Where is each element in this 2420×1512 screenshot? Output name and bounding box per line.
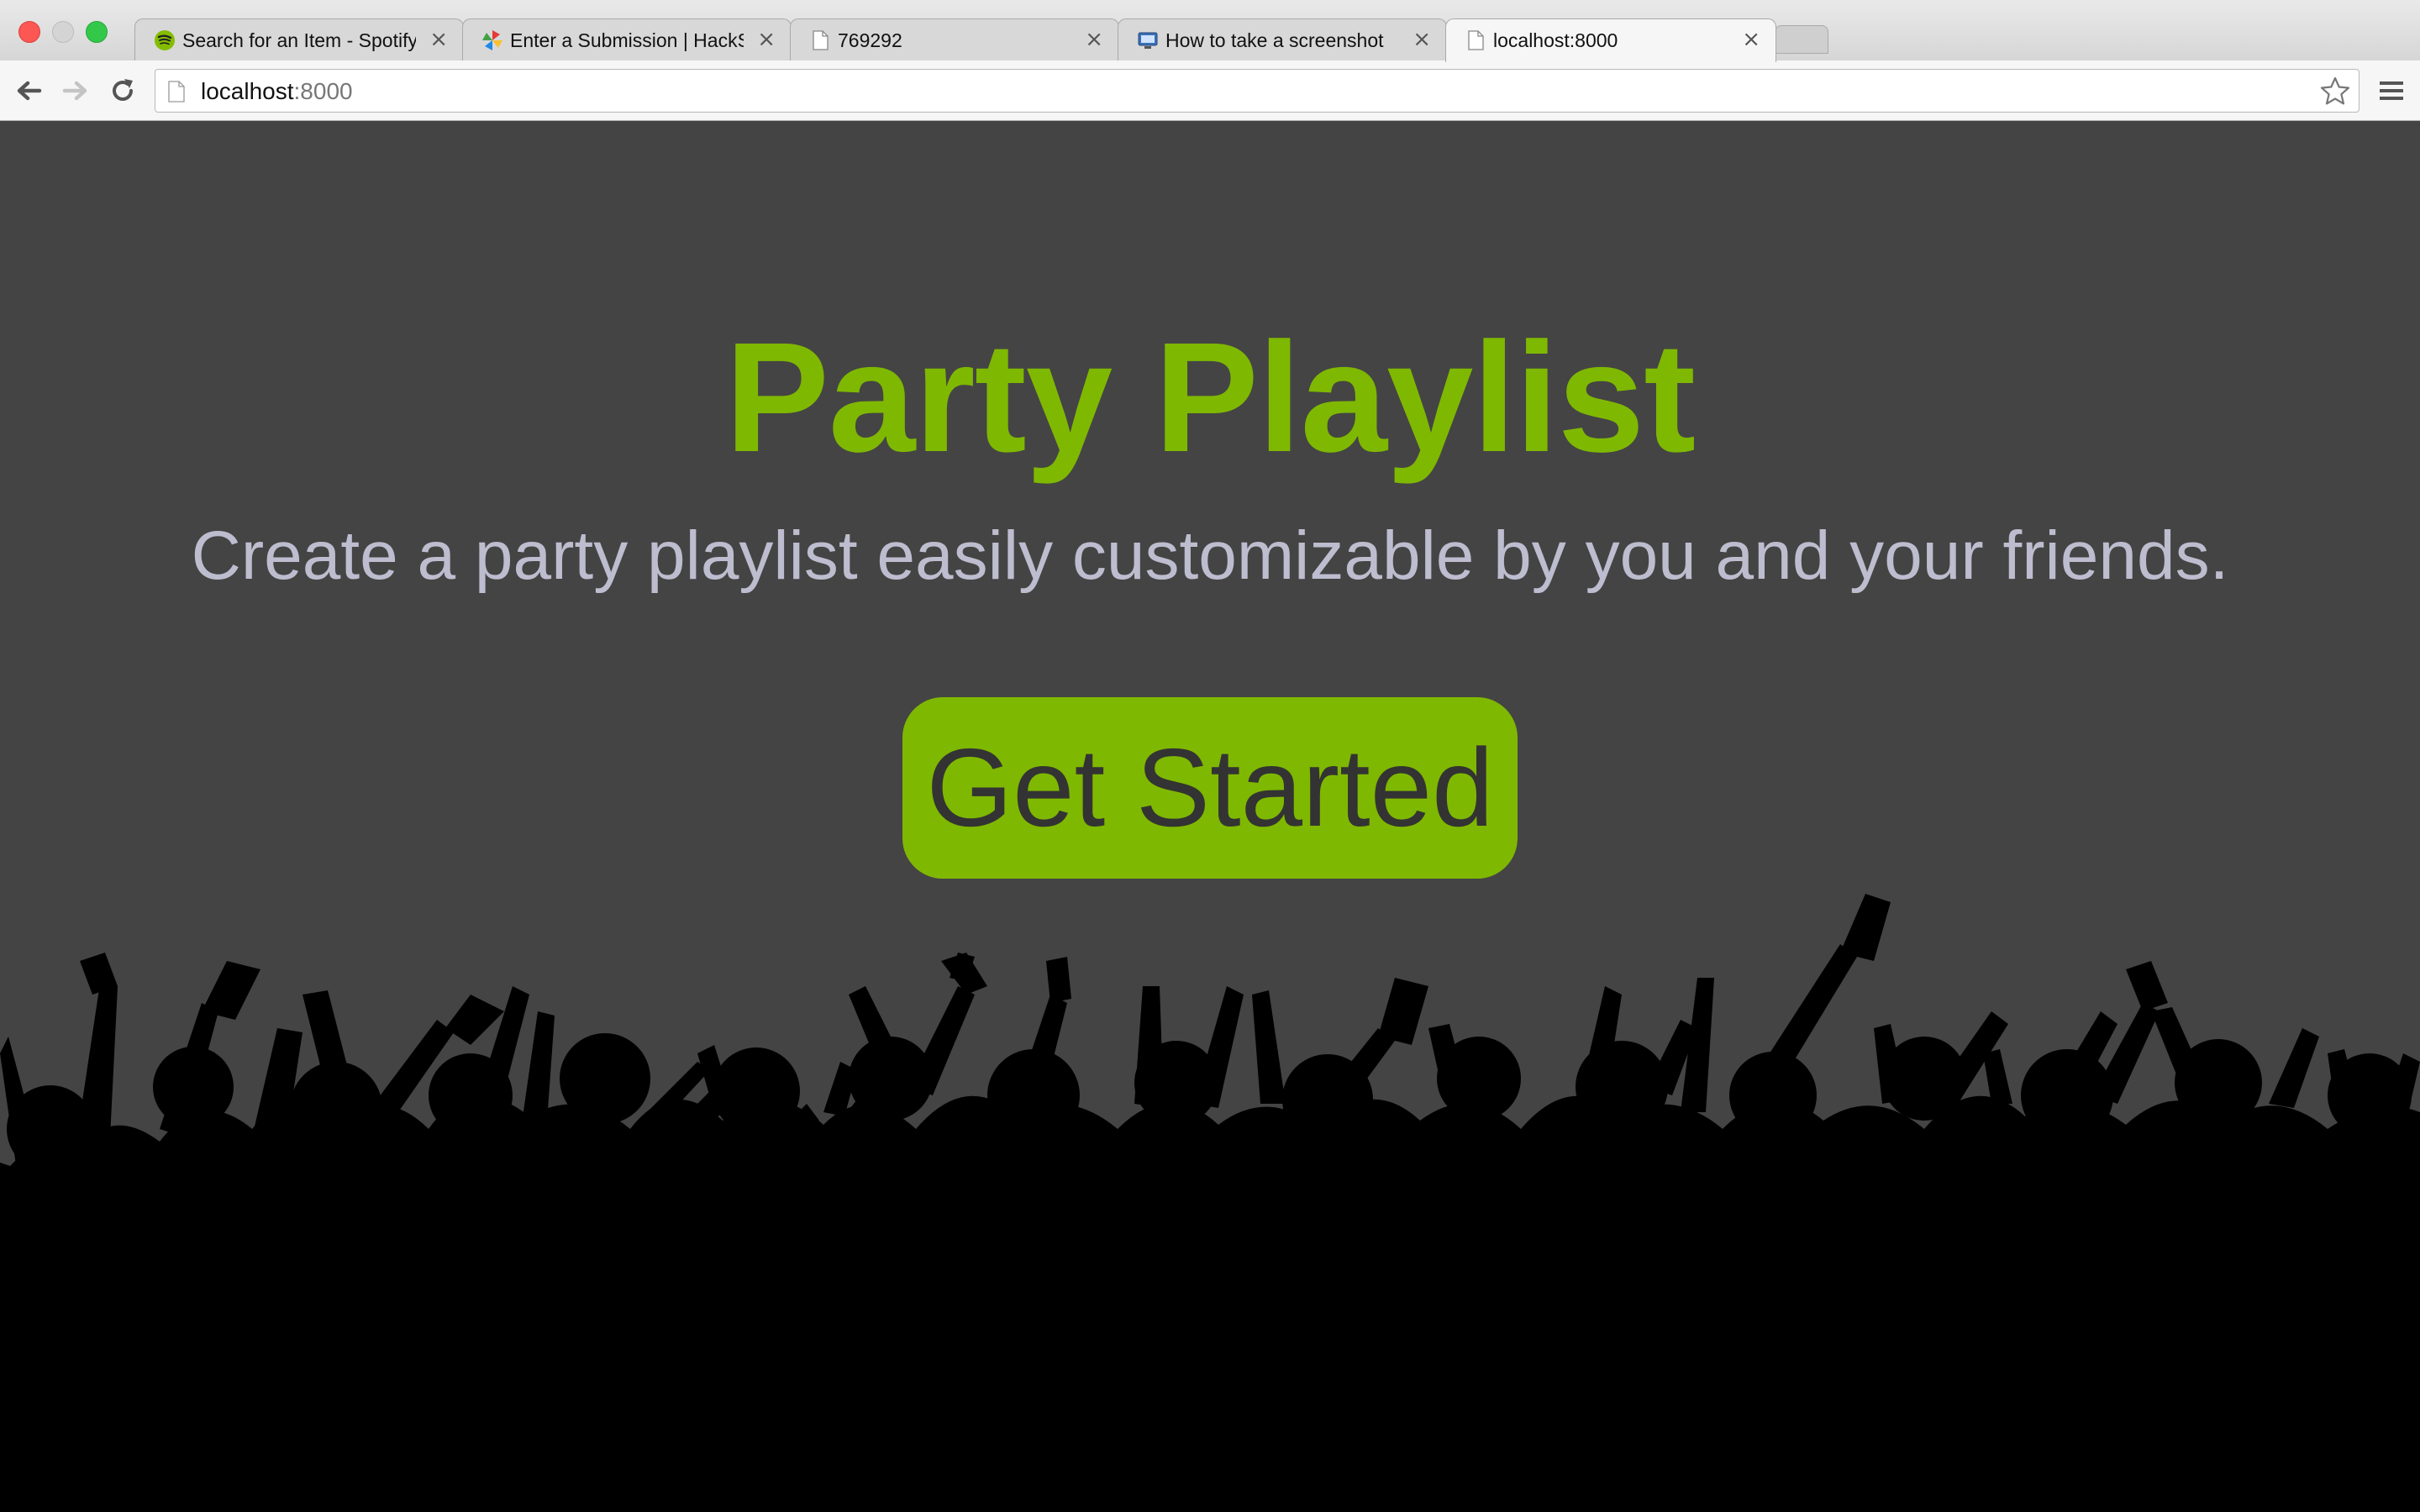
forward-button[interactable] bbox=[57, 72, 94, 109]
window-maximize-button[interactable] bbox=[86, 21, 108, 43]
hamburger-menu-icon bbox=[2380, 81, 2403, 100]
page-title: Party Playlist bbox=[724, 311, 1696, 485]
tab-localhost[interactable]: localhost:8000 × bbox=[1445, 18, 1776, 62]
url-text[interactable]: localhost:8000 bbox=[201, 78, 353, 105]
browser-menu-button[interactable] bbox=[2373, 72, 2410, 109]
page-icon bbox=[168, 81, 185, 102]
tab-close-icon[interactable]: × bbox=[757, 28, 776, 51]
new-tab-button[interactable] bbox=[1775, 25, 1828, 54]
screenshot-site-icon bbox=[1138, 32, 1158, 49]
tab-title: Enter a Submission | HackS bbox=[510, 29, 744, 51]
reload-icon bbox=[113, 79, 133, 101]
page-viewport: Party Playlist Create a party playlist e… bbox=[0, 121, 2420, 1512]
tab-close-icon[interactable]: × bbox=[1413, 28, 1431, 51]
browser-window: Search for an Item - Spotify × Enter a S… bbox=[0, 0, 2420, 1512]
tab-title: localhost:8000 bbox=[1493, 29, 1618, 51]
tab-title: Search for an Item - Spotify bbox=[182, 29, 416, 51]
page-icon bbox=[1468, 30, 1484, 50]
bookmark-star-icon[interactable] bbox=[2318, 75, 2352, 108]
url-host: localhost bbox=[201, 78, 294, 104]
page-icon bbox=[813, 30, 829, 50]
tab-close-icon[interactable]: × bbox=[1085, 28, 1103, 51]
tab-strip: Search for an Item - Spotify × Enter a S… bbox=[0, 0, 2420, 62]
forward-arrow-icon bbox=[62, 81, 87, 101]
window-minimize-button[interactable] bbox=[52, 21, 74, 43]
tab-close-icon[interactable]: × bbox=[1742, 28, 1760, 51]
window-close-button[interactable] bbox=[18, 21, 40, 43]
pinwheel-icon bbox=[482, 30, 502, 50]
tab-screenshot-howto[interactable]: How to take a screenshot × bbox=[1118, 18, 1447, 60]
back-arrow-icon bbox=[17, 81, 42, 101]
tab-spotify-search[interactable]: Search for an Item - Spotify × bbox=[134, 18, 464, 60]
browser-toolbar: localhost:8000 bbox=[0, 60, 2420, 121]
page-subtitle: Create a party playlist easily customiza… bbox=[191, 517, 2229, 594]
get-started-button[interactable]: Get Started bbox=[902, 697, 1518, 879]
url-port: :8000 bbox=[293, 78, 353, 104]
address-bar[interactable]: localhost:8000 bbox=[155, 69, 2360, 113]
tab-769292[interactable]: 769292 × bbox=[790, 18, 1119, 60]
tab-close-icon[interactable]: × bbox=[429, 28, 448, 51]
tab-title: How to take a screenshot bbox=[1165, 29, 1384, 51]
spotify-icon bbox=[155, 30, 175, 50]
tab-title: 769292 bbox=[838, 29, 902, 51]
tab-hack-submission[interactable]: Enter a Submission | HackS × bbox=[462, 18, 792, 60]
reload-button[interactable] bbox=[104, 72, 141, 109]
back-button[interactable] bbox=[10, 72, 47, 109]
